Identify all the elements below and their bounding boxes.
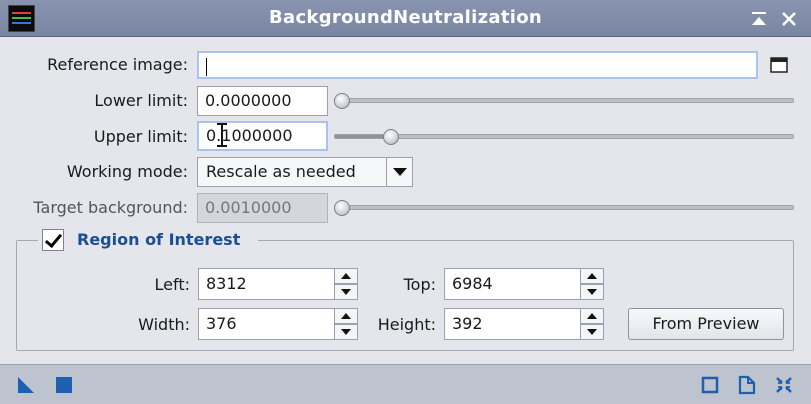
roi-left-spinner[interactable]: [334, 268, 358, 300]
roi-top-decrement-icon[interactable]: [580, 284, 604, 300]
select-view-icon[interactable]: [770, 57, 788, 73]
bottom-toolbar: [0, 364, 811, 404]
target-background-label: Target background:: [33, 198, 188, 217]
text-caret: [206, 58, 207, 76]
roi-left-label: Left:: [154, 275, 191, 294]
roi-width-input[interactable]: 376: [198, 308, 335, 340]
working-mode-value: Rescale as needed: [206, 162, 356, 181]
lower-limit-slider-handle[interactable]: [334, 93, 350, 109]
upper-limit-label: Upper limit:: [93, 127, 188, 146]
roi-top-increment-icon[interactable]: [580, 268, 604, 284]
title-bar[interactable]: BackgroundNeutralization: [0, 0, 811, 37]
roi-width-increment-icon[interactable]: [334, 308, 358, 324]
roi-left-increment-icon[interactable]: [334, 268, 358, 284]
roi-top-label: Top:: [403, 275, 436, 294]
apply-icon[interactable]: [700, 375, 720, 395]
roi-height-label: Height:: [377, 315, 436, 334]
roi-height-decrement-icon[interactable]: [580, 324, 604, 340]
target-background-input: 0.0010000: [197, 193, 328, 223]
roi-height-spinner[interactable]: [580, 308, 604, 340]
from-preview-button[interactable]: From Preview: [628, 308, 784, 340]
region-of-interest-checkbox[interactable]: [42, 229, 64, 251]
window-title: BackgroundNeutralization: [269, 7, 542, 28]
roi-top-input[interactable]: 6984: [444, 268, 581, 300]
lower-limit-input[interactable]: 0.0000000: [197, 86, 328, 116]
roi-width-label: Width:: [138, 315, 190, 334]
roi-left-input[interactable]: 8312: [198, 268, 335, 300]
reference-image-label: Reference image:: [47, 55, 188, 74]
roi-width-spinner[interactable]: [334, 308, 358, 340]
upper-limit-slider[interactable]: [334, 134, 794, 139]
roi-top-spinner[interactable]: [580, 268, 604, 300]
roi-height-input[interactable]: 392: [444, 308, 581, 340]
working-mode-select[interactable]: Rescale as needed: [197, 157, 413, 187]
upper-limit-slider-handle[interactable]: [382, 129, 399, 145]
close-icon[interactable]: [778, 8, 800, 30]
region-of-interest-title[interactable]: Region of Interest: [77, 230, 240, 249]
reset-icon[interactable]: [774, 375, 794, 395]
new-instance-icon[interactable]: [16, 375, 36, 395]
target-background-slider-handle: [334, 200, 350, 216]
lower-limit-label: Lower limit:: [94, 91, 188, 110]
apply-global-icon[interactable]: [54, 375, 74, 395]
roi-width-decrement-icon[interactable]: [334, 324, 358, 340]
shade-icon[interactable]: [748, 8, 770, 30]
lower-limit-slider[interactable]: [334, 98, 794, 103]
target-background-slider: [334, 205, 794, 210]
browse-documentation-icon[interactable]: [737, 375, 757, 395]
reference-image-input[interactable]: [197, 51, 758, 79]
chevron-down-icon[interactable]: [386, 158, 412, 186]
text-cursor-icon: [215, 122, 229, 148]
working-mode-label: Working mode:: [66, 162, 188, 181]
roi-left-decrement-icon[interactable]: [334, 284, 358, 300]
roi-height-increment-icon[interactable]: [580, 308, 604, 324]
